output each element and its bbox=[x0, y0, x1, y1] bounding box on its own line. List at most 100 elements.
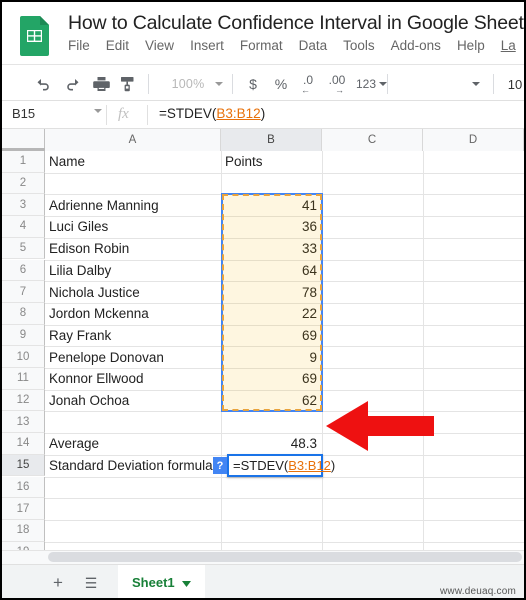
zoom-caret-icon[interactable] bbox=[212, 73, 226, 95]
menu-item-insert[interactable]: Insert bbox=[190, 38, 224, 53]
menu-item-view[interactable]: View bbox=[145, 38, 174, 53]
menu-item-help[interactable]: Help bbox=[457, 38, 485, 53]
row-header-14[interactable]: 14 bbox=[2, 433, 45, 455]
row-header-15[interactable]: 15 bbox=[2, 454, 45, 477]
gridline-v-b-c bbox=[322, 151, 323, 550]
currency-format-button[interactable]: $ bbox=[242, 73, 264, 95]
name-box[interactable]: B15 bbox=[12, 106, 100, 121]
cell-a18[interactable] bbox=[45, 520, 221, 542]
chevron-down-icon[interactable] bbox=[181, 575, 191, 590]
cell-a19[interactable] bbox=[45, 542, 221, 550]
row-header-18[interactable]: 18 bbox=[2, 519, 45, 542]
cell-b11[interactable]: 69 bbox=[221, 368, 322, 390]
more-formats-button[interactable]: 123 bbox=[353, 73, 379, 95]
column-header-c[interactable]: C bbox=[322, 129, 423, 151]
cell-a17[interactable] bbox=[45, 498, 221, 520]
row-header-4[interactable]: 4 bbox=[2, 216, 45, 238]
print-icon[interactable] bbox=[90, 73, 112, 95]
menu-item-last-edit[interactable]: La bbox=[501, 38, 516, 53]
cell-b7[interactable]: 78 bbox=[221, 281, 322, 303]
cell-a16[interactable] bbox=[45, 477, 221, 499]
document-title[interactable]: How to Calculate Confidence Interval in … bbox=[68, 12, 524, 35]
row-header-1[interactable]: 1 bbox=[2, 151, 45, 173]
select-all-corner[interactable] bbox=[2, 129, 45, 151]
row-header-9[interactable]: 9 bbox=[2, 324, 45, 347]
menu-item-tools[interactable]: Tools bbox=[343, 38, 375, 53]
cell-a4[interactable]: Luci Giles bbox=[45, 216, 221, 238]
sheet-tab-sheet1[interactable]: Sheet1 bbox=[118, 565, 205, 598]
menu-item-data[interactable]: Data bbox=[299, 38, 328, 53]
cell-b13[interactable] bbox=[221, 411, 322, 433]
row-header-3[interactable]: 3 bbox=[2, 194, 45, 217]
cell-a13[interactable] bbox=[45, 411, 221, 433]
cell-a9[interactable]: Ray Frank bbox=[45, 325, 221, 347]
cell-a3[interactable]: Adrienne Manning bbox=[45, 194, 221, 216]
menu-item-format[interactable]: Format bbox=[240, 38, 283, 53]
formula-help-badge[interactable]: ? bbox=[213, 457, 227, 474]
horizontal-scrollbar-thumb[interactable] bbox=[48, 552, 522, 562]
cell-a12[interactable]: Jonah Ochoa bbox=[45, 390, 221, 412]
row-header-5[interactable]: 5 bbox=[2, 237, 45, 260]
row-header-7[interactable]: 7 bbox=[2, 281, 45, 303]
row-header-2[interactable]: 2 bbox=[2, 172, 45, 195]
row-header-10[interactable]: 10 bbox=[2, 346, 45, 368]
cell-b1[interactable]: Points bbox=[221, 151, 322, 173]
row-header-12[interactable]: 12 bbox=[2, 389, 45, 412]
undo-icon[interactable] bbox=[33, 73, 55, 95]
cell-a8[interactable]: Jordon Mckenna bbox=[45, 303, 221, 325]
menu-item-add-ons[interactable]: Add-ons bbox=[391, 38, 441, 53]
cell-b12[interactable]: 62 bbox=[221, 390, 322, 412]
row-header-11[interactable]: 11 bbox=[2, 368, 45, 390]
increase-decimal-button[interactable]: .00 → bbox=[324, 73, 350, 95]
cell-editor-b15[interactable]: =STDEV(B3:B12) bbox=[227, 454, 335, 477]
column-header-d[interactable]: D bbox=[423, 129, 524, 151]
editor-suffix: ) bbox=[330, 458, 336, 473]
sheet-tab-label: Sheet1 bbox=[132, 574, 175, 590]
row-header-6[interactable]: 6 bbox=[2, 259, 45, 282]
column-header-b[interactable]: B bbox=[221, 129, 322, 151]
menu-item-edit[interactable]: Edit bbox=[106, 38, 129, 53]
cell-b9[interactable]: 69 bbox=[221, 325, 322, 347]
formula-suffix: ) bbox=[260, 106, 266, 121]
add-sheet-button[interactable]: + bbox=[47, 572, 69, 594]
cell-a11[interactable]: Konnor Ellwood bbox=[45, 368, 221, 390]
cell-a15[interactable]: Standard Deviation formula bbox=[45, 455, 227, 477]
cell-b6[interactable]: 64 bbox=[221, 260, 322, 282]
row-header-17[interactable]: 17 bbox=[2, 498, 45, 520]
menu-bar: File Edit View Insert Format Data Tools … bbox=[68, 38, 516, 53]
menu-item-file[interactable]: File bbox=[68, 38, 90, 53]
cell-a14[interactable]: Average bbox=[45, 433, 221, 455]
cell-b10[interactable]: 9 bbox=[221, 346, 322, 368]
row-header-8[interactable]: 8 bbox=[2, 302, 45, 325]
editor-range-ref: B3:B12 bbox=[288, 458, 331, 473]
paint-format-icon[interactable] bbox=[117, 73, 139, 95]
cell-b4[interactable]: 36 bbox=[221, 216, 322, 238]
cell-b14[interactable]: 48.3 bbox=[221, 433, 322, 455]
zoom-level[interactable]: 100% bbox=[166, 73, 210, 95]
cell-b5[interactable]: 33 bbox=[221, 238, 322, 260]
row-header-19[interactable]: 19 bbox=[2, 541, 45, 550]
cell-a2[interactable] bbox=[45, 173, 221, 195]
row-header-16[interactable]: 16 bbox=[2, 476, 45, 499]
cell-b3[interactable]: 41 bbox=[221, 194, 322, 216]
cell-a1[interactable]: Name bbox=[45, 151, 221, 173]
column-header-a[interactable]: A bbox=[45, 129, 221, 151]
redo-icon[interactable] bbox=[60, 73, 82, 95]
gridline-v-c-d bbox=[423, 151, 424, 550]
row-header-13[interactable]: 13 bbox=[2, 411, 45, 434]
cell-b2[interactable] bbox=[221, 173, 322, 195]
font-size-value[interactable]: 10 bbox=[505, 73, 524, 95]
spreadsheet-grid[interactable]: A B C D 1 2 3 4 5 6 7 8 9 10 11 12 13 14… bbox=[2, 129, 524, 550]
cell-a6[interactable]: Lilia Dalby bbox=[45, 260, 221, 282]
font-caret-icon[interactable] bbox=[469, 73, 483, 95]
formula-input[interactable]: =STDEV(B3:B12) bbox=[159, 106, 265, 121]
all-sheets-button[interactable]: ☰ bbox=[80, 572, 102, 594]
formula-bar: B15 fx =STDEV(B3:B12) bbox=[2, 101, 524, 130]
decrease-decimal-button[interactable]: .0 ← bbox=[296, 73, 320, 95]
title-bar: How to Calculate Confidence Interval in … bbox=[2, 2, 524, 60]
cell-a5[interactable]: Edison Robin bbox=[45, 238, 221, 260]
cell-a7[interactable]: Nichola Justice bbox=[45, 281, 221, 303]
cell-a10[interactable]: Penelope Donovan bbox=[45, 346, 221, 368]
percent-format-button[interactable]: % bbox=[270, 73, 292, 95]
cell-b8[interactable]: 22 bbox=[221, 303, 322, 325]
